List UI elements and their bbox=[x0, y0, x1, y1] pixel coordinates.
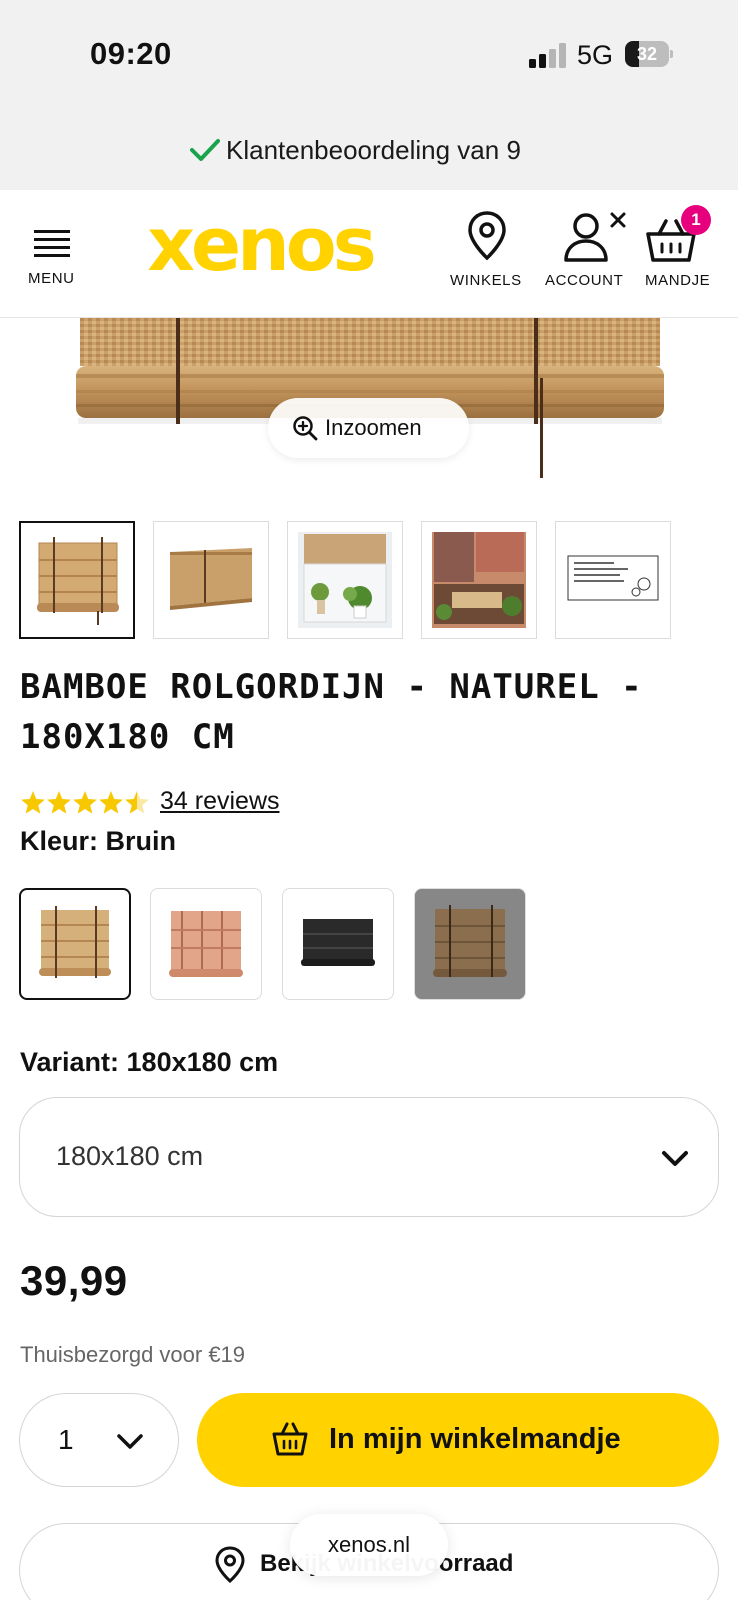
site-header: MENU xenos WINKELS ACCOUNT MANDJE 1 bbox=[0, 190, 738, 318]
zoom-in-icon bbox=[293, 416, 318, 441]
product-title: BAMBOE ROLGORDIJN - NATUREL - 180X180 CM bbox=[20, 667, 643, 757]
swatch-naturel[interactable] bbox=[19, 888, 131, 1000]
user-icon bbox=[564, 212, 626, 262]
location-pin-icon bbox=[468, 211, 506, 261]
chevron-down-icon bbox=[662, 1151, 688, 1166]
thumbnail-2[interactable] bbox=[153, 521, 269, 639]
color-label: Kleur: Bruin bbox=[20, 826, 177, 856]
cart-count-badge: 1 bbox=[681, 205, 711, 235]
variant-label: Variant: 180x180 cm bbox=[20, 1047, 279, 1077]
thumbnail-5[interactable] bbox=[555, 521, 671, 639]
delivery-note: Thuisbezorgd voor €19 bbox=[20, 1342, 246, 1367]
variant-value: 180x180 cm bbox=[56, 1141, 204, 1171]
star-3 bbox=[73, 791, 97, 814]
variant-select[interactable]: 180x180 cm bbox=[19, 1097, 719, 1217]
thumbnail-strip bbox=[19, 521, 719, 639]
account-button[interactable]: ACCOUNT bbox=[542, 210, 636, 300]
thumbnail-3[interactable] bbox=[287, 521, 403, 639]
star-4 bbox=[99, 791, 123, 814]
check-icon bbox=[190, 139, 220, 161]
signal-icon bbox=[529, 43, 566, 68]
zoom-label: Inzoomen bbox=[325, 415, 422, 440]
quantity-select[interactable]: 1 bbox=[19, 1393, 179, 1487]
reviews-link[interactable]: 34 reviews bbox=[160, 787, 280, 816]
add-to-cart-label: In mijn winkelmandje bbox=[329, 1423, 621, 1455]
star-rating-icon bbox=[21, 791, 149, 814]
chevron-down-icon bbox=[117, 1434, 143, 1449]
zoom-button[interactable]: Inzoomen bbox=[268, 398, 469, 458]
status-bar: 09:20 5G 32 bbox=[0, 0, 738, 110]
product-price: 39,99 bbox=[20, 1257, 128, 1304]
swatch-bruin[interactable] bbox=[414, 888, 526, 1000]
star-1 bbox=[21, 791, 45, 814]
battery-level: 32 bbox=[636, 44, 658, 64]
account-label: ACCOUNT bbox=[545, 272, 624, 289]
browser-url-pill[interactable]: xenos.nl bbox=[290, 1514, 448, 1576]
hamburger-icon bbox=[34, 230, 70, 257]
svg-text:xenos: xenos bbox=[147, 212, 373, 282]
star-2 bbox=[47, 791, 71, 814]
menu-button[interactable]: MENU bbox=[22, 220, 84, 290]
quantity-value: 1 bbox=[58, 1424, 74, 1455]
usp-text: Klantenbeoordeling van 9 bbox=[226, 135, 521, 165]
battery-icon: 32 bbox=[625, 41, 673, 67]
thumbnail-4[interactable] bbox=[421, 521, 537, 639]
location-pin-icon bbox=[215, 1546, 245, 1584]
network-type: 5G bbox=[577, 40, 614, 70]
menu-label: MENU bbox=[28, 270, 75, 287]
swatch-zwart[interactable] bbox=[282, 888, 394, 1000]
usp-bar: Klantenbeoordeling van 9 bbox=[0, 110, 738, 190]
swatch-rood[interactable] bbox=[150, 888, 262, 1000]
thumbnail-1[interactable] bbox=[19, 521, 135, 639]
color-swatches bbox=[19, 888, 539, 1002]
stores-label: WINKELS bbox=[450, 272, 522, 289]
stores-button[interactable]: WINKELS bbox=[446, 210, 528, 300]
cart-label: MANDJE bbox=[645, 272, 711, 289]
status-time: 09:20 bbox=[90, 36, 172, 71]
star-5 bbox=[125, 791, 149, 814]
xenos-logo[interactable]: xenos bbox=[130, 212, 390, 282]
add-to-cart-button[interactable]: In mijn winkelmandje bbox=[197, 1393, 719, 1487]
basket-icon bbox=[272, 1422, 308, 1456]
